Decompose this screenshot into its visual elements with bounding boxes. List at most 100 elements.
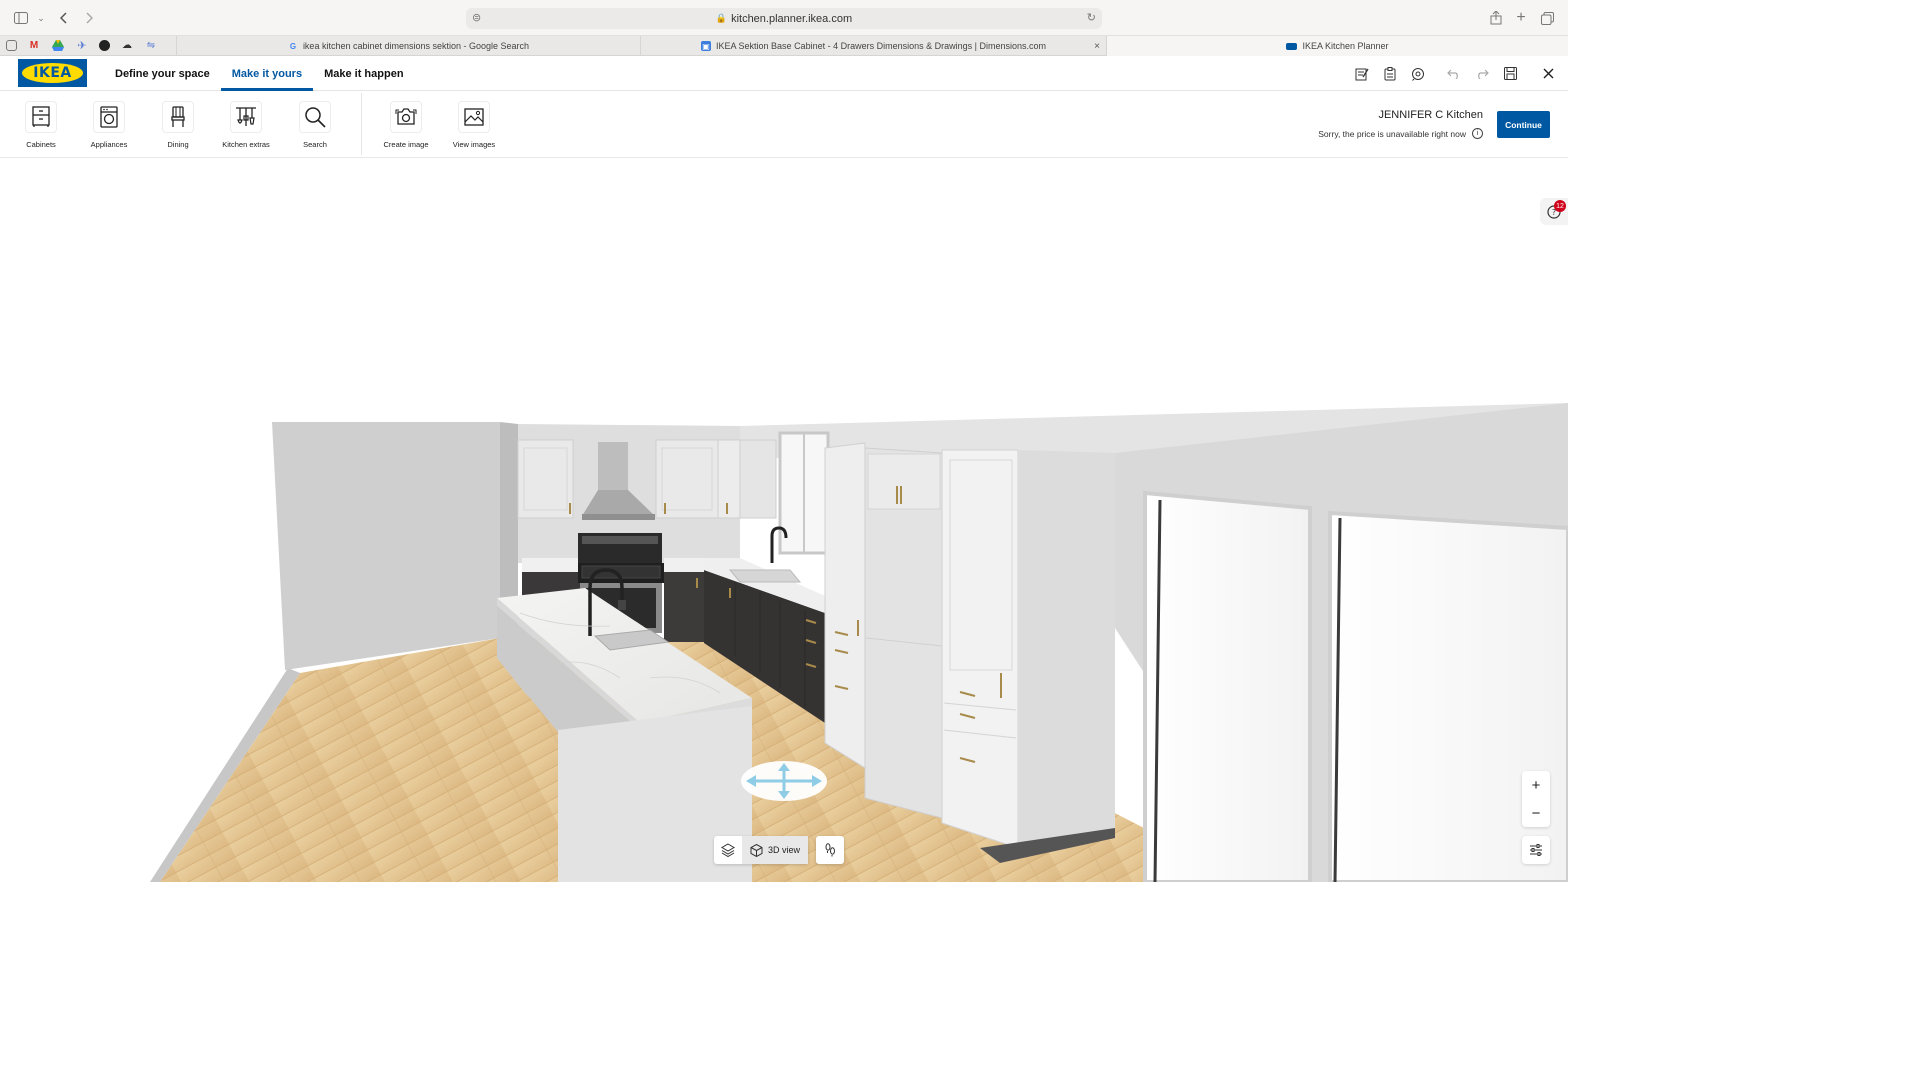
walk-mode-group (816, 836, 844, 864)
tab-make-it-happen[interactable]: Make it happen (313, 56, 414, 91)
range-hood-chimney (598, 442, 628, 490)
tool-label: Dining (167, 140, 189, 149)
search-icon (299, 101, 331, 133)
cloud-favorite-icon[interactable]: ☁ (120, 39, 134, 53)
zoom-out-button[interactable]: − (1522, 799, 1550, 827)
view-images-button[interactable]: View images (440, 101, 508, 153)
sliders-icon (1530, 844, 1542, 856)
chevron-down-icon[interactable]: ⌄ (32, 9, 50, 27)
chair-icon (162, 101, 194, 133)
kitchen-extras-button[interactable]: Kitchen extras (212, 101, 280, 153)
back-arrow-icon[interactable] (55, 9, 73, 27)
utensils-icon (230, 101, 262, 133)
tab-dimensions[interactable]: ▣ IKEA Sektion Base Cabinet - 4 Drawers … (640, 36, 1106, 56)
close-icon[interactable] (1534, 60, 1562, 88)
appliance-icon (93, 101, 125, 133)
header-tools (1348, 56, 1568, 91)
walk-mode-button[interactable] (816, 836, 844, 864)
sync-favorite-icon[interactable]: ⇋ (144, 39, 158, 53)
view-settings-button[interactable] (1522, 836, 1550, 864)
notes-icon[interactable] (1348, 60, 1376, 88)
tab-bar: M ✈ ☁ ⇋ G ikea kitchen cabinet dimension… (0, 36, 1568, 56)
url-text: kitchen.planner.ikea.com (731, 12, 853, 25)
tab-ikea-planner[interactable]: IKEA Kitchen Planner (1106, 36, 1568, 56)
help-button[interactable]: ? 12 (1540, 198, 1568, 225)
zoom-controls: + − (1522, 771, 1550, 827)
share-icon[interactable] (1487, 9, 1505, 27)
close-icon[interactable]: × (1094, 41, 1100, 52)
tool-label: View images (452, 140, 496, 149)
zoom-in-button[interactable]: + (1522, 771, 1550, 799)
undo-icon[interactable] (1440, 60, 1468, 88)
upper-cabinet-left (517, 439, 574, 519)
browser-toolbar: ⌄ ⊜ 🔒 kitchen.planner.ikea.com ↻ + (0, 0, 1568, 36)
tool-label: Kitchen extras (222, 140, 270, 149)
tab-title: IKEA Sektion Base Cabinet - 4 Drawers Di… (716, 41, 1046, 51)
tall-cabinet-left (824, 442, 866, 769)
back-sink (728, 569, 802, 583)
appliances-button[interactable]: Appliances (75, 101, 143, 153)
view-controls: 3D view (714, 836, 844, 864)
gmail-icon[interactable]: M (27, 39, 41, 53)
tab-define-your-space[interactable]: Define your space (104, 56, 221, 91)
tall-cabinet-pantry (941, 449, 1019, 849)
continue-button[interactable]: Continue (1497, 111, 1550, 138)
new-tab-icon[interactable]: + (1512, 9, 1530, 27)
2d-view-button[interactable] (714, 836, 742, 864)
patio-door-left (1143, 490, 1312, 882)
footsteps-icon (825, 843, 835, 857)
circle-favorite-icon[interactable] (99, 40, 110, 51)
favorites-bar: M ✈ ☁ ⇋ (0, 36, 176, 55)
project-name: JENNIFER C Kitchen (1378, 109, 1483, 121)
camera-icon (390, 101, 422, 133)
dimensions-icon: ▣ (701, 41, 712, 51)
tab-overview-icon[interactable] (1538, 9, 1556, 27)
tool-label: Cabinets (26, 140, 56, 149)
dining-button[interactable]: Dining (144, 101, 212, 153)
move-handle[interactable] (741, 761, 827, 801)
app-header: IKEA Define your space Make it yours Mak… (0, 56, 1568, 91)
notification-badge: 12 (1554, 200, 1566, 212)
image-icon (458, 101, 490, 133)
shopping-list-icon[interactable] (1376, 60, 1404, 88)
tab-make-it-yours[interactable]: Make it yours (220, 56, 314, 91)
tool-label: Search (303, 140, 327, 149)
sidebar-toggle-icon[interactable] (12, 9, 30, 27)
tab-google-search[interactable]: G ikea kitchen cabinet dimensions sektio… (176, 36, 640, 56)
reload-icon[interactable]: ↻ (1087, 11, 1096, 24)
ikea-logo[interactable]: IKEA (18, 59, 87, 87)
cabinet-icon (25, 101, 57, 133)
ikea-icon (1286, 42, 1298, 50)
price-note-text: Sorry, the price is unavailable right no… (1318, 128, 1466, 139)
left-wall (272, 422, 500, 670)
tab-title: ikea kitchen cabinet dimensions sektion … (302, 41, 530, 51)
redo-icon[interactable] (1468, 60, 1496, 88)
floorplan-icon (721, 843, 735, 857)
search-button[interactable]: Search (281, 101, 349, 153)
chat-icon[interactable] (1404, 60, 1432, 88)
tall-cabinet-side (1018, 450, 1115, 853)
tool-label: Create image (383, 140, 429, 149)
cube-icon (750, 843, 763, 857)
page-settings-icon[interactable]: ⊜ (472, 11, 481, 24)
info-icon[interactable]: i (1472, 128, 1483, 139)
cabinets-button[interactable]: Cabinets (7, 101, 75, 153)
price-note: Sorry, the price is unavailable right no… (1318, 128, 1483, 139)
move-arrows-icon (746, 763, 822, 799)
create-image-button[interactable]: Create image (372, 101, 440, 153)
main-nav: Define your space Make it yours Make it … (104, 56, 415, 91)
forward-arrow-icon[interactable] (80, 9, 98, 27)
tool-label: Appliances (90, 140, 128, 149)
view-mode-group: 3D view (714, 836, 808, 864)
drive-icon[interactable] (51, 39, 65, 53)
save-icon[interactable] (1496, 60, 1524, 88)
address-bar[interactable]: ⊜ 🔒 kitchen.planner.ikea.com ↻ (466, 8, 1102, 29)
lock-icon: 🔒 (715, 13, 728, 23)
app-favorite-icon[interactable]: ✈ (75, 39, 89, 53)
tab-title: IKEA Kitchen Planner (1302, 41, 1389, 51)
toolbar-divider (361, 93, 362, 155)
3d-viewport[interactable]: ? 12 + − 3D view (0, 158, 1568, 882)
project-info: JENNIFER C Kitchen Sorry, the price is u… (1318, 109, 1483, 139)
favorite-box-icon[interactable] (6, 40, 17, 51)
3d-view-button[interactable]: 3D view (742, 836, 808, 864)
